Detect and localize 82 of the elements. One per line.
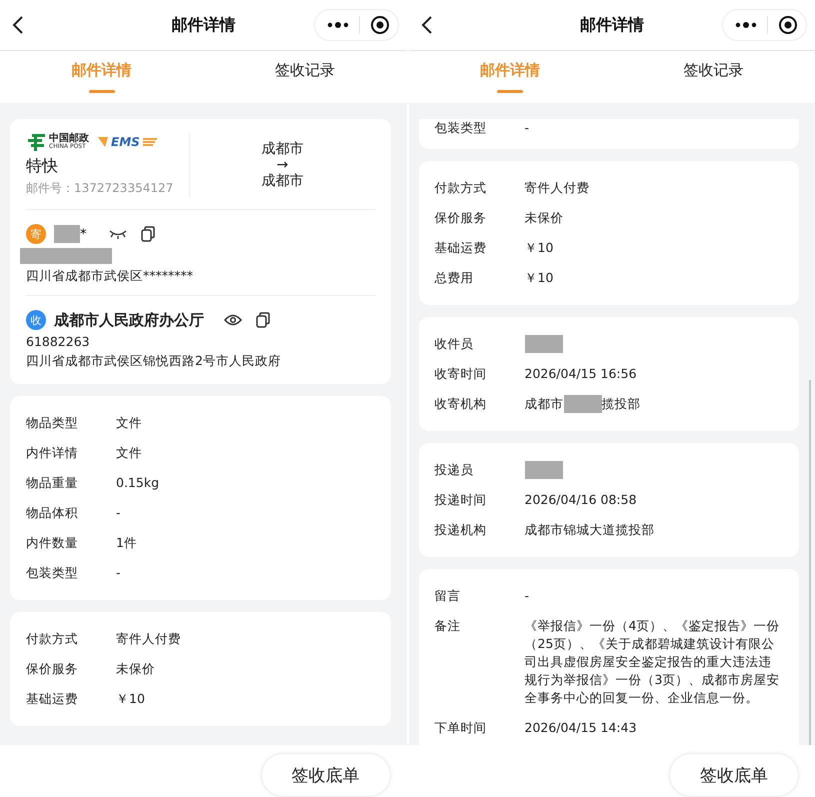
carrier-name: 中国邮政 — [49, 134, 89, 144]
field-label: 投递时间 — [434, 491, 488, 509]
field-label: 收寄机构 — [434, 395, 488, 413]
back-icon[interactable] — [12, 15, 24, 35]
contact-name: 成都市人民政府办公厅 — [54, 310, 204, 330]
copy-icon[interactable] — [256, 312, 270, 328]
tab[interactable]: 签收记录 — [203, 51, 406, 103]
field-value: 成都市锦城大道揽投部 — [524, 521, 656, 539]
redacted-value — [524, 335, 562, 353]
field-label: 内件详情 — [26, 444, 79, 462]
field-value: 揽投部 — [602, 395, 640, 413]
field-label: 留言 — [434, 587, 462, 605]
field-value: - — [116, 504, 122, 522]
field-value: 《举报信》一份（4页）、《鉴定报告》一份（25页）、《关于成都碧城建筑设计有限公司出具虚假房屋安全鉴定报告的重大违法违规行为举报信》一份（3页）、成都市房屋安全事务中心的回复一份、企业信息一份。 — [524, 617, 780, 707]
field-label: 物品体积 — [26, 504, 79, 522]
page-title: 邮件详情 — [170, 14, 236, 36]
field-value: 0.15kg — [116, 474, 160, 492]
receipt-button[interactable]: 签收底单 — [669, 753, 799, 797]
field-label: 收寄时间 — [434, 365, 488, 383]
field-value: ￥10 — [524, 239, 554, 257]
name-mask: * — [80, 226, 86, 242]
field-value: 2026/04/16 08:58 — [524, 491, 638, 509]
tab[interactable]: 签收记录 — [612, 51, 815, 103]
close-target-icon[interactable] — [370, 15, 390, 35]
destination-city: 成都市 — [261, 172, 304, 190]
role-badge: 寄 — [26, 224, 46, 244]
back-icon[interactable] — [420, 15, 432, 35]
field-value: ￥10 — [524, 269, 554, 287]
field-label: 保价服务 — [26, 660, 79, 678]
scrollbar[interactable] — [809, 380, 811, 745]
field-value: 寄件人付费 — [116, 630, 182, 648]
field-value: - — [116, 564, 122, 582]
role-badge: 收 — [26, 310, 46, 330]
field-label: 备注 — [434, 617, 462, 635]
ems-logo-text: EMS — [111, 135, 140, 149]
field-value: 2026/04/15 16:56 — [524, 365, 638, 383]
field-label: 包装类型 — [434, 119, 488, 137]
field-label: 内件数量 — [26, 534, 79, 552]
field-label: 基础运费 — [434, 239, 488, 257]
tracking-number: 邮件号：1372723354127 — [26, 180, 174, 197]
post-logo-icon — [26, 133, 46, 151]
field-label: 付款方式 — [26, 630, 79, 648]
contact-address: 四川省成都市武侯区******** — [26, 268, 194, 285]
contact-phone: 61882263 — [26, 334, 91, 349]
close-target-icon[interactable] — [778, 15, 798, 35]
field-value: 成都市 — [524, 395, 564, 413]
field-value: ￥10 — [116, 690, 146, 708]
field-value: - — [524, 587, 530, 605]
page-title: 邮件详情 — [578, 14, 645, 36]
eye-icon[interactable] — [224, 314, 242, 326]
field-value: 未保价 — [116, 660, 156, 678]
field-label: 投递员 — [434, 461, 474, 479]
contact-address: 四川省成都市武侯区锦悦西路2号市人民政府 — [26, 353, 282, 370]
field-label: 基础运费 — [26, 690, 79, 708]
route-arrow: → — [276, 158, 288, 172]
field-value: 2026/04/15 14:43 — [524, 719, 638, 737]
field-label: 保价服务 — [434, 209, 488, 227]
field-value: 1件 — [116, 534, 138, 552]
redacted-value — [564, 395, 602, 413]
field-label: 包装类型 — [26, 564, 79, 582]
more-icon[interactable] — [735, 21, 757, 29]
copy-icon[interactable] — [140, 226, 154, 242]
field-value: - — [524, 119, 530, 137]
more-icon[interactable] — [326, 21, 348, 29]
field-value: 未保价 — [524, 209, 564, 227]
field-value: 文件 — [116, 444, 143, 462]
field-label: 下单时间 — [434, 719, 488, 737]
field-label: 物品重量 — [26, 474, 79, 492]
field-value: 文件 — [116, 414, 143, 432]
field-label: 总费用 — [434, 269, 474, 287]
eye-closed-icon[interactable] — [108, 229, 126, 239]
receipt-button[interactable]: 签收底单 — [260, 753, 390, 797]
service-type: 特快 — [26, 156, 59, 177]
field-label: 物品类型 — [26, 414, 79, 432]
ems-stripes-icon — [142, 138, 157, 146]
field-label: 付款方式 — [434, 179, 488, 197]
field-label: 收件员 — [434, 335, 474, 353]
redacted-value — [524, 461, 562, 479]
ems-wedge-icon — [98, 137, 108, 147]
origin-city: 成都市 — [261, 140, 304, 158]
field-value: 寄件人付费 — [524, 179, 590, 197]
field-label: 投递机构 — [434, 521, 488, 539]
